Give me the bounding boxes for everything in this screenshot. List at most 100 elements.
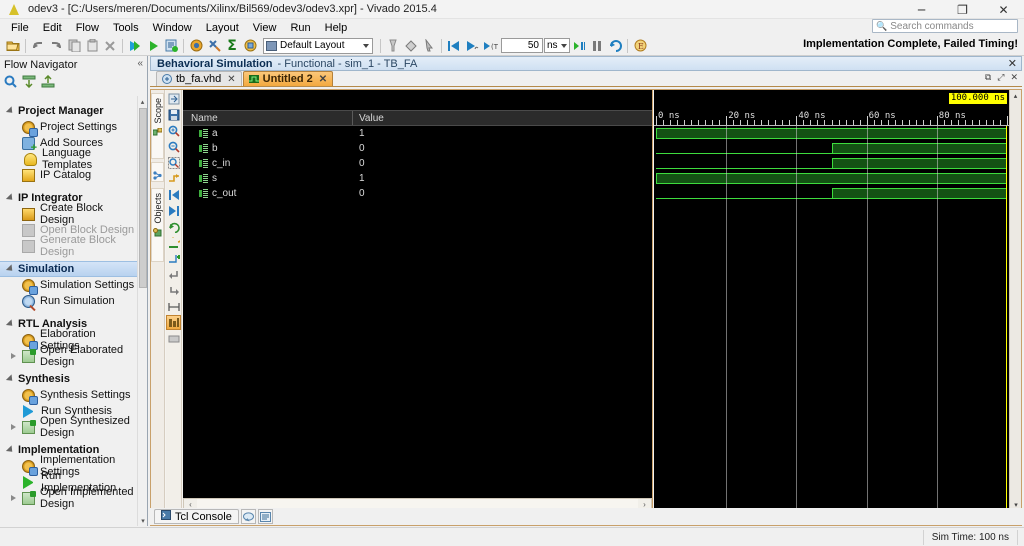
waveform-row-c_in[interactable] (654, 156, 1009, 171)
close-icon[interactable]: ✕ (1010, 72, 1018, 83)
scroll-down-arrow[interactable]: ▾ (138, 515, 148, 526)
previous-marker-icon[interactable] (166, 267, 181, 282)
flow-section-project-manager[interactable]: Project Manager (0, 103, 137, 119)
scroll-up-arrow[interactable]: ▴ (1010, 90, 1021, 102)
zoom-in-icon[interactable] (166, 123, 181, 138)
side-tab-objects[interactable]: Objects (151, 188, 164, 262)
delete-icon[interactable] (101, 37, 119, 55)
table-row[interactable]: b 0 (183, 141, 652, 156)
flow-navigator-scrollbar[interactable]: ▴ ▾ (137, 96, 147, 526)
flow-section-synthesis[interactable]: Synthesis (0, 371, 137, 387)
expand-triangle-icon[interactable] (11, 353, 16, 359)
flow-item-project-settings[interactable]: Project Settings (0, 119, 137, 137)
copy-icon[interactable] (65, 37, 83, 55)
language-templates-icon[interactable] (187, 37, 205, 55)
time-ruler[interactable]: 0 ns 20 ns 40 ns 60 ns 80 ns (654, 110, 1009, 126)
step-icon[interactable] (570, 37, 588, 55)
tab-tcl-console[interactable]: Tcl Console (154, 509, 239, 524)
menu-view[interactable]: View (246, 21, 284, 35)
run-all-icon[interactable] (463, 37, 481, 55)
waveform-row-a[interactable] (654, 126, 1009, 141)
expand-all-icon[interactable] (41, 74, 55, 91)
report-icon[interactable]: Σ (223, 37, 241, 55)
run-implementation-icon[interactable] (144, 37, 162, 55)
waveform-row-s[interactable] (654, 171, 1009, 186)
menu-flow[interactable]: Flow (69, 21, 106, 35)
break-icon[interactable]: E (631, 37, 649, 55)
search-icon[interactable] (4, 75, 17, 91)
menu-tools[interactable]: Tools (106, 21, 146, 35)
ip-catalog-icon[interactable] (241, 37, 259, 55)
flow-section-simulation[interactable]: Simulation (0, 261, 137, 277)
goto-time-icon[interactable] (166, 171, 181, 186)
relaunch-icon[interactable] (606, 37, 624, 55)
zoom-out-icon[interactable] (166, 139, 181, 154)
side-tab-share[interactable] (151, 162, 164, 182)
minimize-button[interactable]: ─ (901, 0, 942, 19)
waveform-canvas[interactable]: 100.000 ns 0 ns 20 ns 40 ns 60 ns 80 ns (654, 90, 1009, 511)
paste-icon[interactable] (83, 37, 101, 55)
table-row[interactable]: c_out 0 (183, 186, 652, 201)
menu-file[interactable]: File (4, 21, 36, 35)
expand-triangle-icon[interactable] (11, 495, 16, 501)
add-divider-icon[interactable] (166, 91, 181, 106)
next-marker-icon[interactable] (166, 283, 181, 298)
table-row[interactable]: s 1 (183, 171, 652, 186)
flow-item-open-synthesized-design[interactable]: Open Synthesized Design (0, 415, 137, 439)
add-marker-icon[interactable] (166, 251, 181, 266)
flow-item-language-templates[interactable]: Language Templates (0, 147, 137, 171)
close-icon[interactable]: ✕ (1008, 57, 1017, 70)
menu-layout[interactable]: Layout (199, 21, 246, 35)
restart-sim-icon[interactable] (445, 37, 463, 55)
messages-icon[interactable] (240, 509, 256, 524)
flow-item-open-elaborated-design[interactable]: Open Elaborated Design (0, 344, 137, 368)
layout-selector[interactable]: Default Layout (263, 37, 373, 54)
measure-icon[interactable] (166, 299, 181, 314)
waveform-vscrollbar[interactable]: ▴ ▾ (1009, 90, 1021, 511)
menu-window[interactable]: Window (146, 21, 199, 35)
menu-edit[interactable]: Edit (36, 21, 69, 35)
redo-icon[interactable] (47, 37, 65, 55)
flow-item-create-block-design[interactable]: Create Block Design (0, 202, 137, 226)
settings-icon[interactable] (205, 37, 223, 55)
waveform-row-b[interactable] (654, 141, 1009, 156)
table-row[interactable]: a 1 (183, 126, 652, 141)
side-tab-scope[interactable]: Scope (151, 93, 164, 159)
pause-icon[interactable] (588, 37, 606, 55)
close-icon[interactable]: ✕ (227, 74, 235, 85)
previous-transition-icon[interactable] (166, 187, 181, 202)
search-commands-input[interactable]: 🔍 Search commands (872, 19, 1018, 33)
maximize-button[interactable]: ❐ (942, 0, 983, 19)
mark-icon[interactable] (384, 37, 402, 55)
flow-item-open-implemented-design[interactable]: Open Implemented Design (0, 486, 137, 510)
undo-icon[interactable] (29, 37, 47, 55)
expand-triangle-icon[interactable] (11, 424, 16, 430)
open-project-icon[interactable] (4, 37, 22, 55)
next-transition-icon[interactable] (166, 203, 181, 218)
flow-item-run-simulation[interactable]: Run Simulation (0, 293, 137, 309)
flow-item-synthesis-settings[interactable]: Synthesis Settings (0, 387, 137, 405)
restart-icon[interactable] (166, 219, 181, 234)
flow-item-simulation-settings[interactable]: Simulation Settings (0, 277, 137, 295)
close-button[interactable]: ✕ (983, 0, 1024, 19)
pointer-icon[interactable] (420, 37, 438, 55)
settings-icon[interactable] (166, 331, 181, 346)
close-icon[interactable]: ✕ (319, 74, 327, 85)
sim-time-input[interactable]: 50 (501, 38, 543, 53)
waveform-row-c_out[interactable] (654, 186, 1009, 201)
waveform-signals-area[interactable] (654, 126, 1009, 511)
menu-help[interactable]: Help (318, 21, 355, 35)
scroll-up-arrow[interactable]: ▴ (138, 96, 147, 107)
log-icon[interactable] (257, 509, 273, 524)
zoom-fit-icon[interactable] (166, 155, 181, 170)
waveform-options-icon[interactable] (166, 315, 181, 330)
drc-icon[interactable] (402, 37, 420, 55)
save-waveform-icon[interactable] (166, 107, 181, 122)
tab-tb-fa-vhd[interactable]: tb_fa.vhd ✕ (156, 71, 242, 86)
waveform-cursor[interactable] (1006, 126, 1007, 511)
generate-bitstream-icon[interactable] (162, 37, 180, 55)
maximize-icon[interactable]: ⤢ (997, 72, 1004, 83)
float-icon[interactable]: ⧉ (985, 72, 991, 83)
tab-untitled-2[interactable]: Untitled 2 ✕ (242, 71, 334, 86)
collapse-all-icon[interactable] (22, 75, 36, 91)
